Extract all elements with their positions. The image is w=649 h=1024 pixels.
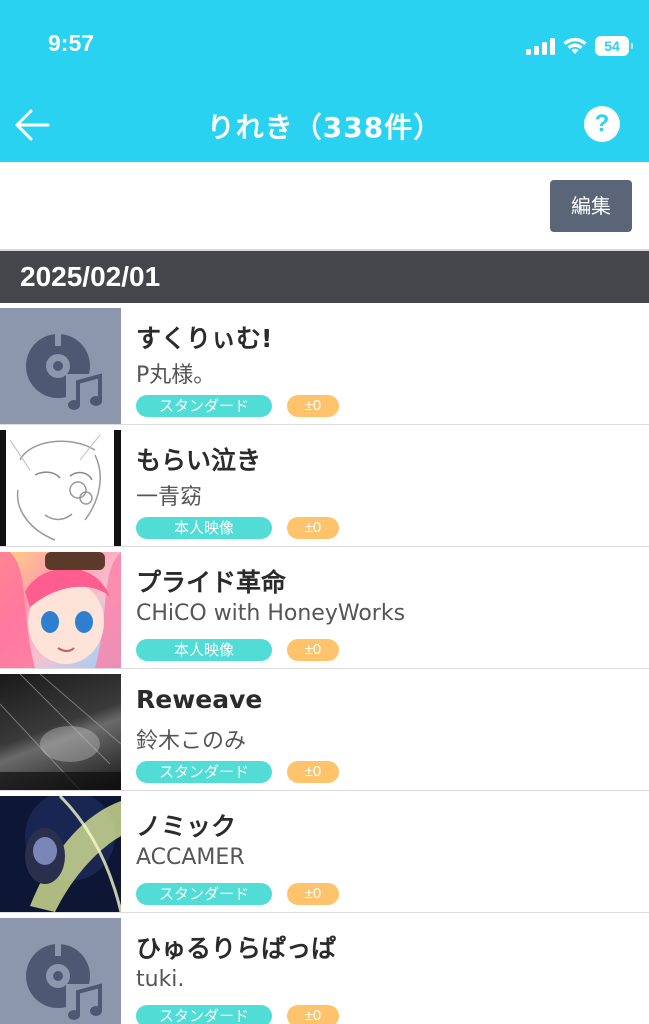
video-type-badge: スタンダード — [136, 883, 272, 905]
anime-dark-glow-image — [25, 796, 121, 912]
song-thumbnail — [0, 552, 121, 668]
app-window: 9:57 54 りれき（338件） ? 編集 2025/02/01 すくりぃむ!… — [0, 0, 649, 1024]
video-type-badge: スタンダード — [136, 761, 272, 783]
history-list: すくりぃむ! P丸様。 スタンダード ±0 もらい泣き 一青窈 本人映像 ±0 … — [0, 303, 649, 1024]
list-item[interactable]: Reweave 鈴木このみ スタンダード ±0 — [0, 669, 649, 791]
dark-abstract-image — [0, 674, 121, 790]
key-badge: ±0 — [287, 395, 339, 417]
toolbar: 編集 — [0, 162, 649, 251]
list-item[interactable]: もらい泣き 一青窈 本人映像 ±0 — [0, 425, 649, 547]
video-type-badge: スタンダード — [136, 395, 272, 417]
song-artist: CHiCO with HoneyWorks — [136, 601, 406, 626]
song-title: ノミック — [136, 812, 237, 841]
anime-pink-hair-image — [0, 552, 121, 668]
date-section-header: 2025/02/01 — [0, 251, 649, 303]
song-artist: P丸様。 — [136, 363, 216, 388]
line-drawing-face-image — [0, 430, 121, 546]
header-bar: 9:57 54 りれき（338件） ? — [0, 0, 649, 162]
key-badge: ±0 — [287, 761, 339, 783]
song-artist: ACCAMER — [136, 845, 245, 870]
key-badge: ±0 — [287, 883, 339, 905]
song-artist: 一青窈 — [136, 485, 203, 510]
video-type-badge: 本人映像 — [136, 639, 272, 661]
battery-indicator: 54 — [595, 36, 633, 56]
song-title: Reweave — [136, 685, 263, 714]
date-label: 2025/02/01 — [20, 261, 161, 292]
status-icons: 54 — [526, 34, 633, 58]
video-type-badge: 本人映像 — [136, 517, 272, 539]
song-artist: tuki. — [136, 967, 185, 992]
list-item[interactable]: すくりぃむ! P丸様。 スタンダード ±0 — [0, 303, 649, 425]
edit-button[interactable]: 編集 — [550, 180, 632, 232]
status-time: 9:57 — [48, 30, 95, 56]
page-title: りれき（338件） — [206, 111, 443, 144]
wifi-icon — [563, 37, 587, 54]
list-item[interactable]: ひゅるりらぱっぱ tuki. スタンダード ±0 — [0, 913, 649, 1024]
song-title: ひゅるりらぱっぱ — [136, 934, 337, 963]
cellular-signal-icon — [526, 37, 555, 55]
song-title: もらい泣き — [136, 446, 262, 475]
song-thumbnail — [0, 308, 121, 424]
song-title: プライド革命 — [136, 568, 287, 597]
disc-music-icon — [26, 332, 106, 414]
key-badge: ±0 — [287, 639, 339, 661]
key-badge: ±0 — [287, 517, 339, 539]
list-item[interactable]: ノミック ACCAMER スタンダード ±0 — [0, 791, 649, 913]
list-item[interactable]: プライド革命 CHiCO with HoneyWorks 本人映像 ±0 — [0, 547, 649, 669]
key-badge: ±0 — [287, 1005, 339, 1024]
song-thumbnail — [0, 796, 121, 912]
song-thumbnail — [0, 674, 121, 790]
song-thumbnail — [0, 430, 121, 546]
song-thumbnail — [0, 918, 121, 1024]
disc-music-icon — [26, 942, 106, 1024]
song-artist: 鈴木このみ — [136, 729, 247, 754]
help-button[interactable]: ? — [584, 106, 620, 142]
song-title: すくりぃむ! — [136, 324, 273, 353]
video-type-badge: スタンダード — [136, 1005, 272, 1024]
